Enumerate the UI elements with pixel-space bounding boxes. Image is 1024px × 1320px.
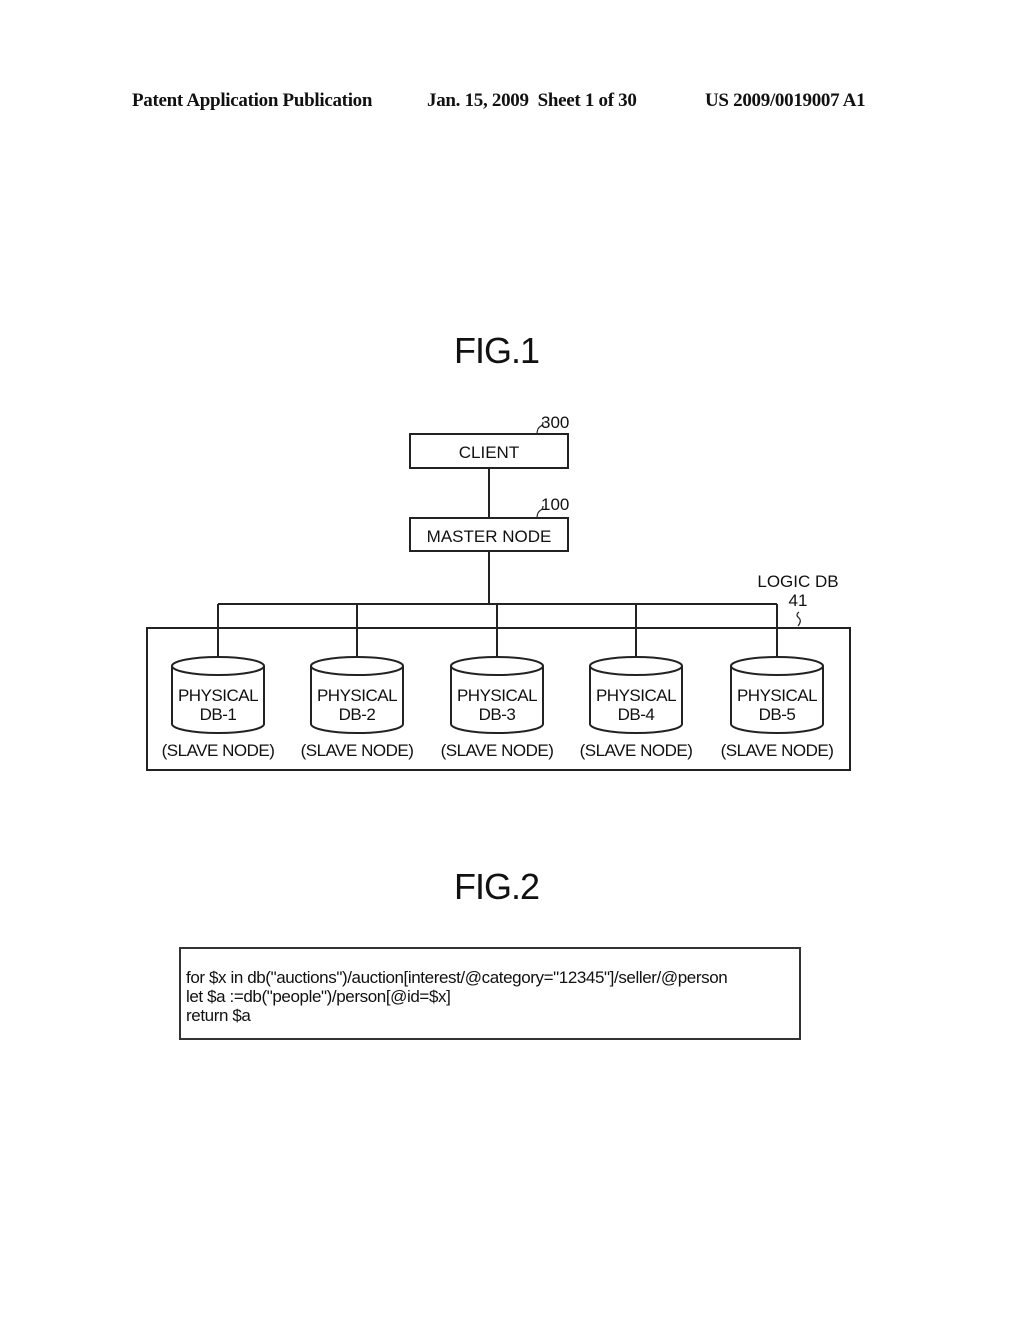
physical-label: PHYSICAL (457, 686, 537, 705)
db-label: DB-4 (618, 705, 655, 724)
master-ref: 100 (541, 495, 569, 514)
cylinder-top (171, 656, 265, 676)
client-label: CLIENT (459, 443, 519, 462)
db-label: DB-2 (339, 705, 376, 724)
logic-db-ref-leader (796, 611, 801, 627)
db-label: DB-5 (759, 705, 796, 724)
xquery-code-box: for $x in db("auctions")/auction[interes… (179, 947, 801, 1040)
slave-node-label: (SLAVE NODE) (162, 741, 275, 760)
cylinder-top (730, 656, 824, 676)
cylinder-top (310, 656, 404, 676)
code-line: for $x in db("auctions")/auction[interes… (186, 968, 728, 987)
fig2-title: FIG.2 (454, 866, 540, 907)
cylinder-top (450, 656, 544, 676)
db-label: DB-3 (479, 705, 516, 724)
cylinder-top (589, 656, 683, 676)
physical-label: PHYSICAL (737, 686, 817, 705)
master-node-label: MASTER NODE (427, 527, 552, 546)
fig1-diagram: CLIENT 300 MASTER NODE 100 LOGIC DB 41 P… (146, 413, 851, 771)
client-ref: 300 (541, 413, 569, 432)
physical-label: PHYSICAL (178, 686, 258, 705)
logic-db-label: LOGIC DB (757, 572, 838, 591)
physical-label: PHYSICAL (596, 686, 676, 705)
db-label: DB-1 (200, 705, 237, 724)
slave-node-label: (SLAVE NODE) (301, 741, 414, 760)
slave-node-label: (SLAVE NODE) (721, 741, 834, 760)
slave-node-label: (SLAVE NODE) (441, 741, 554, 760)
physical-label: PHYSICAL (317, 686, 397, 705)
code-line: return $a (186, 1006, 251, 1025)
logic-db-ref: 41 (789, 591, 808, 610)
code-line: let $a :=db("people")/person[@id=$x] (186, 987, 451, 1006)
slave-node-label: (SLAVE NODE) (580, 741, 693, 760)
